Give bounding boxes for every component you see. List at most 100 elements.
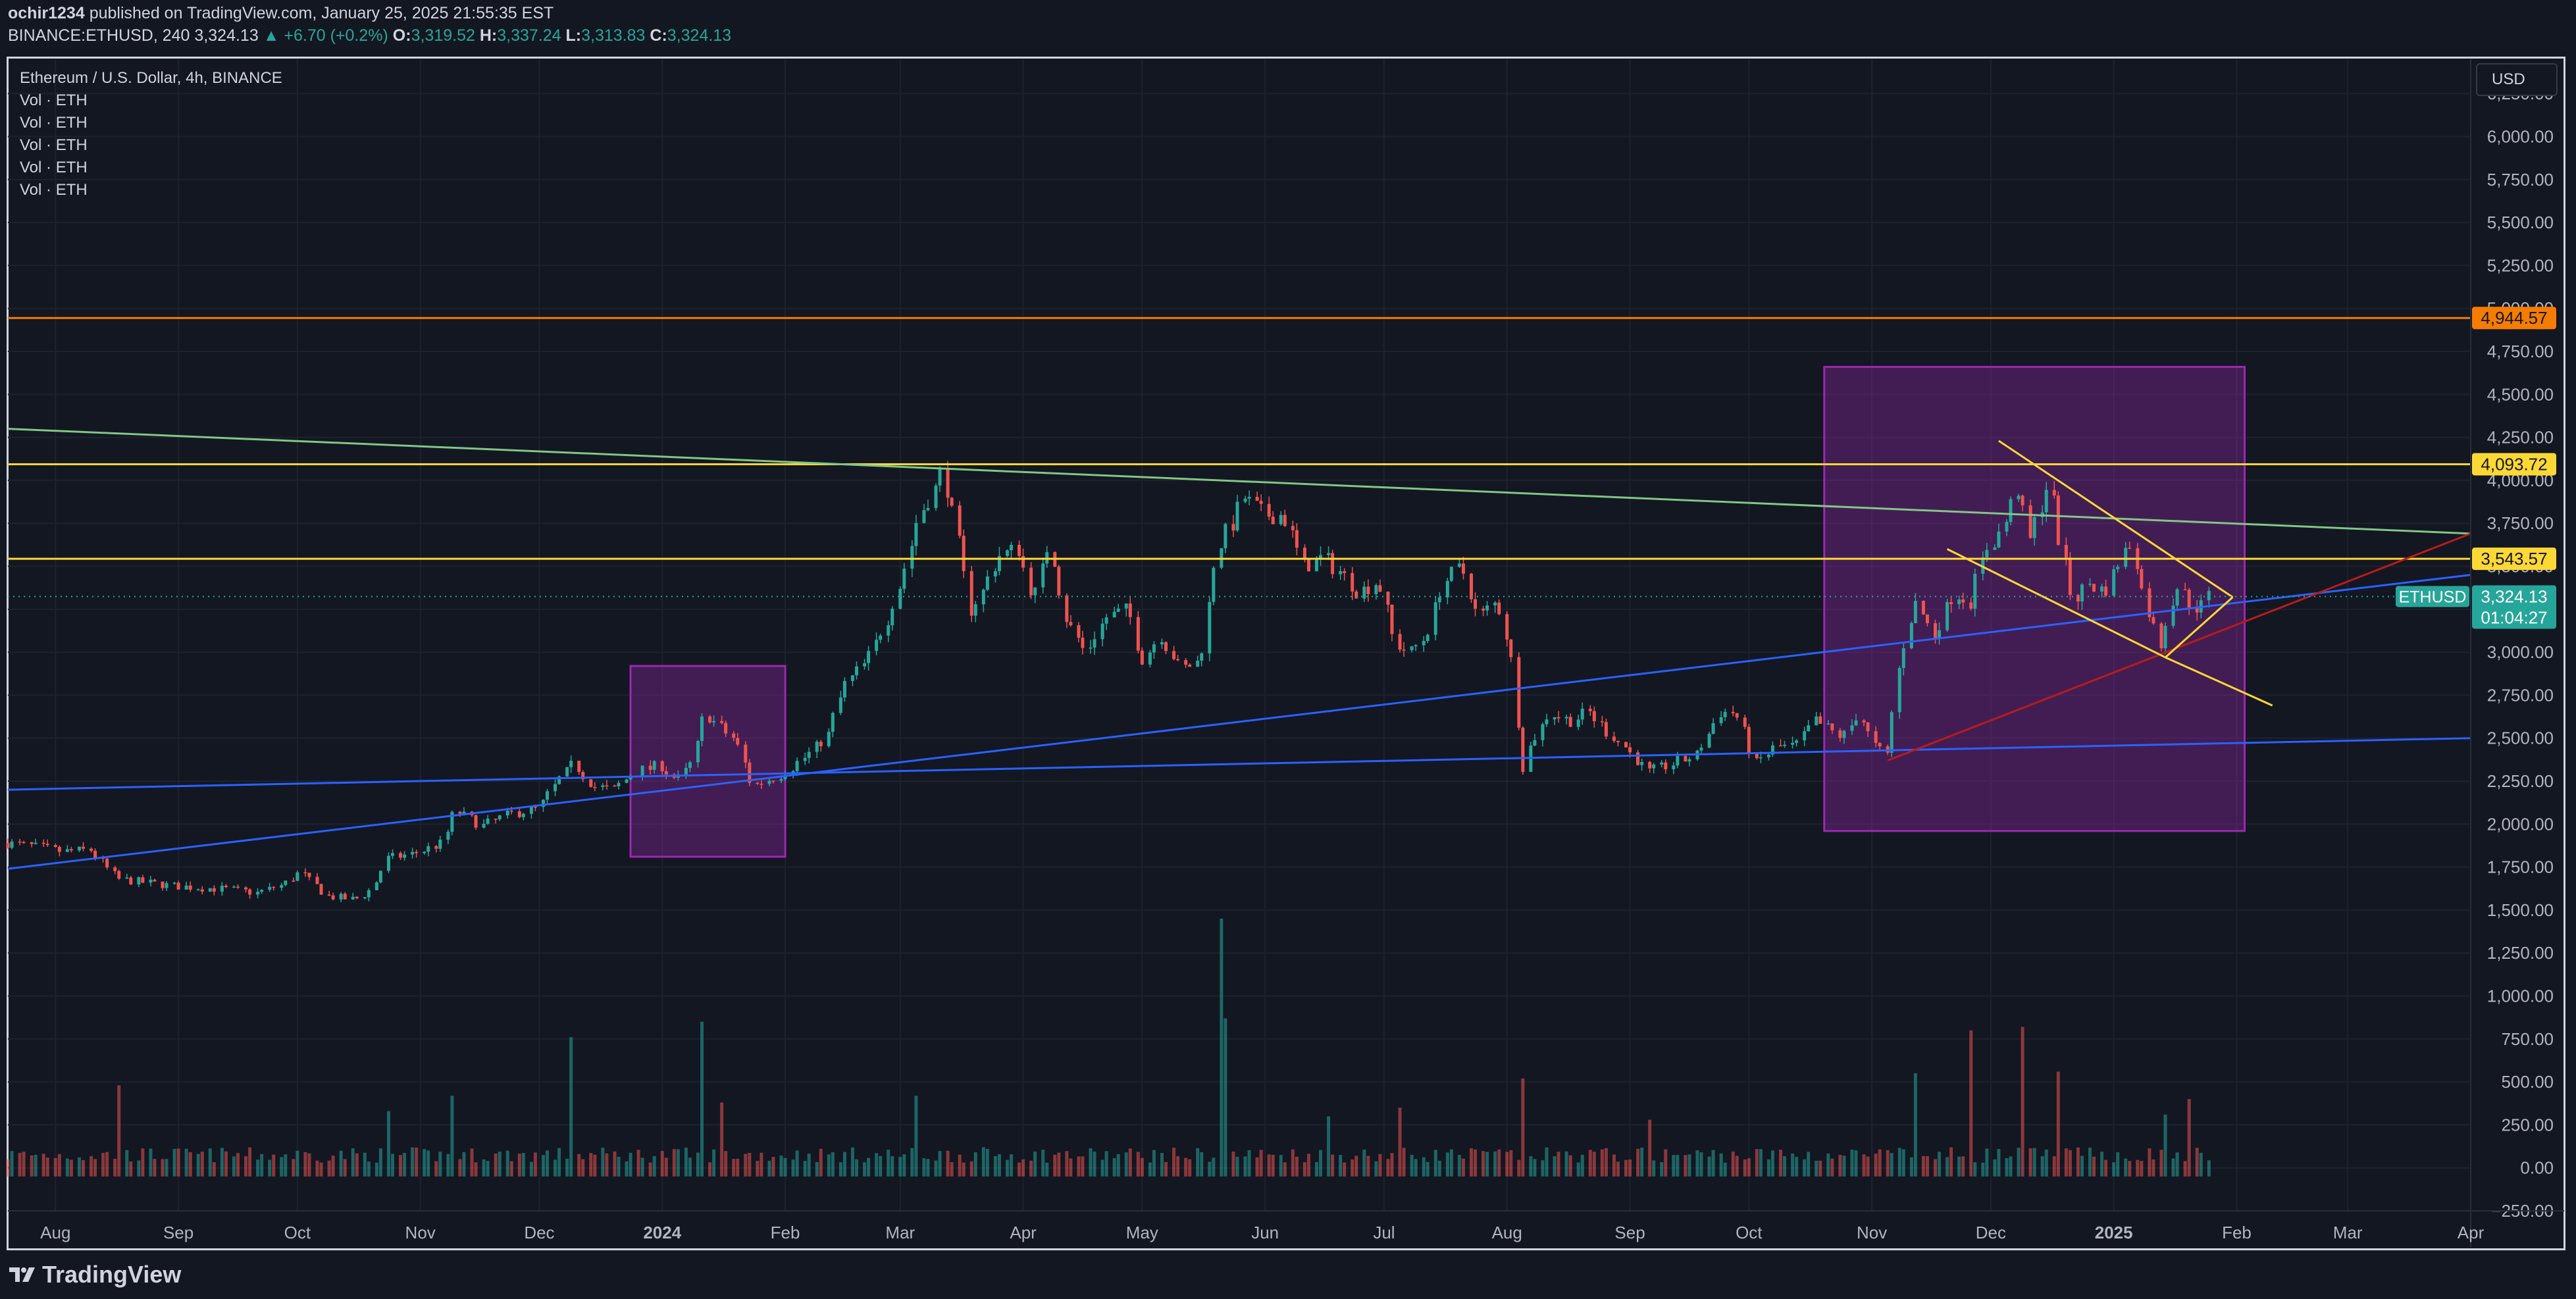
candle-body (1913, 601, 1917, 623)
legend-title[interactable]: Ethereum / U.S. Dollar, 4h, BINANCE (20, 67, 282, 89)
volume-bar (1981, 1162, 1985, 1177)
tradingview-brand[interactable]: TradingView (8, 1261, 181, 1288)
volume-bar (462, 1152, 466, 1177)
volume-bar (57, 1154, 61, 1177)
legend-indicator[interactable]: Vol · ETH (20, 179, 282, 201)
candle-body (1493, 602, 1497, 606)
candle-body (1766, 754, 1770, 757)
volume-bar (1497, 1149, 1501, 1177)
candle-body (1271, 517, 1275, 524)
volume-bar (1422, 1157, 1426, 1177)
volume-bar (958, 1154, 962, 1177)
legend-indicator[interactable]: Vol · ETH (20, 134, 282, 157)
volume-bar (1640, 1147, 1644, 1177)
time-tick-label: Nov (405, 1223, 436, 1242)
candle-body (1235, 501, 1239, 531)
candle-body (1497, 602, 1501, 615)
candle-body (922, 510, 926, 523)
volume-bar (34, 1154, 38, 1177)
candle-body (1533, 740, 1537, 746)
candle-body (1866, 722, 1870, 732)
volume-bar (1093, 1152, 1096, 1177)
volume-bar (1791, 1153, 1795, 1177)
volume-bar (1707, 1156, 1711, 1177)
volume-bar (1366, 1156, 1370, 1177)
volume-bar (724, 1151, 728, 1177)
volume-bar (1934, 1159, 1938, 1177)
volume-bar (2009, 1156, 2013, 1177)
candle-body (411, 852, 415, 855)
countdown-text: 01:04:27 (2481, 607, 2547, 627)
volume-bar (474, 1162, 478, 1177)
candle-body (105, 858, 109, 868)
volume-bar (605, 1153, 609, 1177)
volume-bar (236, 1153, 240, 1177)
volume-bar (950, 1161, 954, 1177)
volume-bar (985, 1148, 989, 1177)
price-tick-label: 5,250.00 (2487, 255, 2554, 275)
volume-bar (517, 1154, 521, 1177)
volume-bar (153, 1159, 157, 1177)
candle-body (188, 885, 192, 890)
candle-body (208, 888, 212, 892)
candle-body (2068, 557, 2072, 596)
volume-bar (1783, 1156, 1787, 1177)
candle-body (1854, 720, 1858, 726)
candle-body (1505, 614, 1509, 640)
candle-body (212, 888, 216, 892)
volume-bar (65, 1158, 69, 1177)
volume-bar (327, 1160, 331, 1177)
volume-bar (1759, 1149, 1763, 1177)
candle-body (1969, 602, 1973, 609)
volume-bar (850, 1147, 854, 1177)
volume-bar (1259, 1150, 1263, 1177)
candle-body (779, 778, 783, 781)
candle-body (509, 810, 513, 812)
candle-body (284, 880, 288, 885)
volume-bar (1886, 1150, 1890, 1177)
candle-body (962, 536, 966, 571)
candle-body (760, 783, 763, 785)
candle-body (1390, 604, 1394, 634)
volume-bar (93, 1159, 97, 1177)
candle-body (1351, 573, 1354, 592)
candle-body (1295, 530, 1299, 548)
time-axis[interactable]: Aug Sep Oct Nov Dec 2024 Feb Mar Apr May Jun Jul Aug… (8, 1210, 2564, 1242)
legend-indicator[interactable]: Vol · ETH (20, 157, 282, 179)
candle-body (902, 569, 906, 589)
candle-body (1461, 563, 1465, 574)
candle-body (601, 785, 605, 787)
price-axis[interactable]: 6,250.006,000.005,750.005,500.005,250.00… (2470, 59, 2554, 1248)
volume-bar (1100, 1159, 1104, 1177)
candle-body (363, 897, 367, 899)
volume-bar (1160, 1152, 1164, 1177)
volume-bar (2104, 1159, 2108, 1177)
drawing-rectangles[interactable] (629, 366, 2246, 858)
volume-bar (684, 1148, 688, 1177)
candle-body (1838, 730, 1842, 738)
candle-body (1093, 639, 1096, 648)
candle-body (1140, 650, 1144, 665)
candle-body (57, 846, 61, 852)
candle-body (652, 761, 656, 770)
price-chart[interactable]: 6,250.006,000.005,750.005,500.005,250.00… (0, 0, 2576, 1299)
volume-bar (732, 1159, 736, 1177)
volume-bar (1874, 1154, 1878, 1177)
legend-indicator[interactable]: Vol · ETH (20, 112, 282, 134)
currency-button[interactable]: USD (2476, 63, 2558, 96)
candle-body (1652, 764, 1656, 769)
price-tick-label: 2,000.00 (2487, 814, 2554, 834)
volume-bar (141, 1148, 145, 1177)
time-tick-label: Sep (163, 1223, 193, 1242)
candle-body (2124, 548, 2128, 567)
candle-body (732, 733, 736, 738)
price-tick-label: 3,000.00 (2487, 642, 2554, 662)
volume-bar (1517, 1159, 1521, 1177)
candle-body (2112, 569, 2116, 596)
volume-bar (636, 1150, 640, 1177)
legend-indicator[interactable]: Vol · ETH (20, 89, 282, 112)
candle-body (1152, 644, 1156, 653)
volume-bar (248, 1147, 252, 1177)
volume-bar (343, 1159, 347, 1177)
volume-bar (1485, 1152, 1489, 1177)
